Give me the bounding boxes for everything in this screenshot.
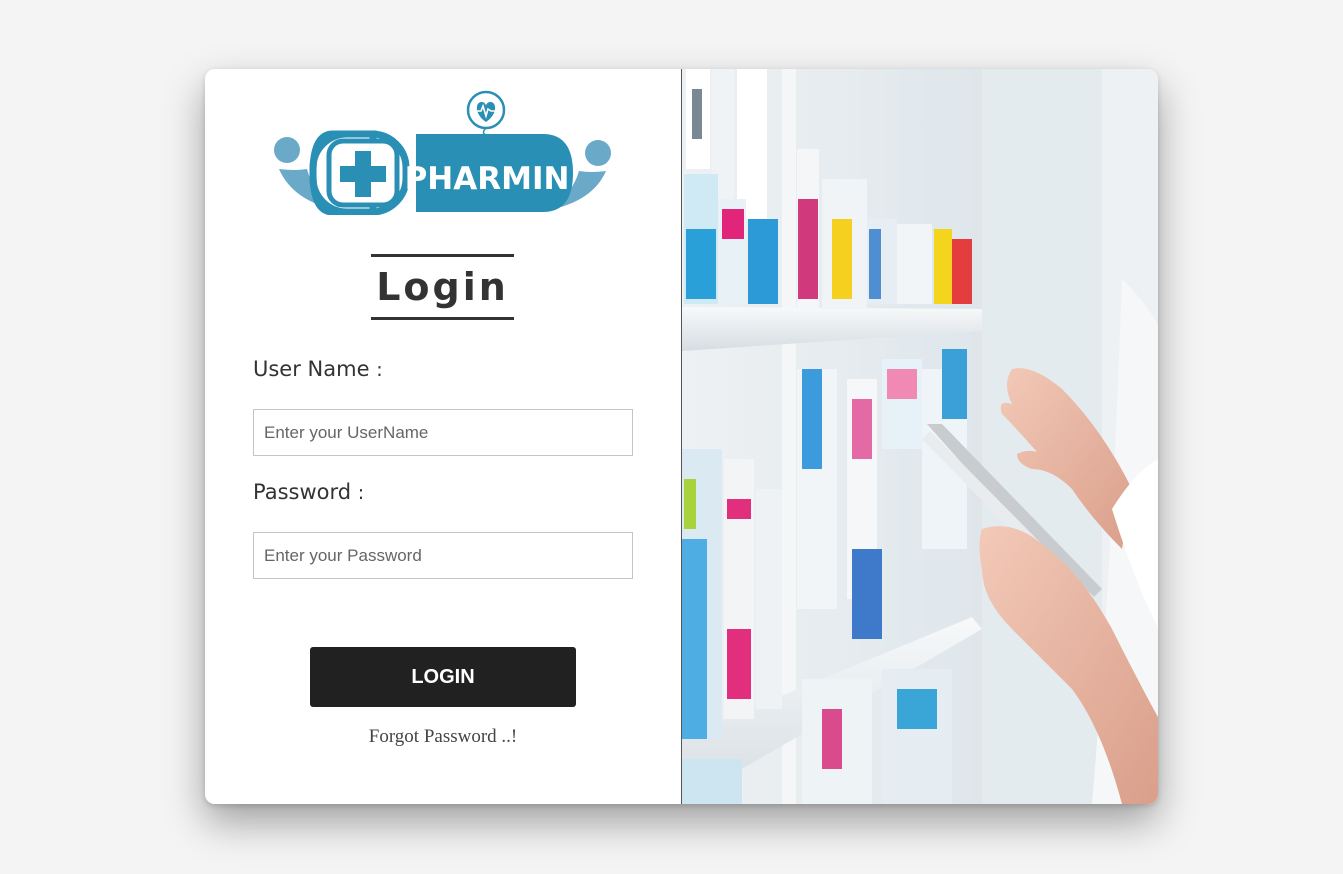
forgot-password-link[interactable]: Forgot Password ..! xyxy=(205,726,681,748)
username-label-colon: : xyxy=(376,359,383,381)
password-input[interactable] xyxy=(253,532,633,579)
password-label-colon: : xyxy=(357,482,365,504)
password-label: Password : xyxy=(253,480,364,504)
login-button[interactable]: LOGIN xyxy=(310,647,576,707)
username-label-text: User Name xyxy=(253,357,370,381)
pharmacy-photo xyxy=(680,69,1158,804)
username-input[interactable] xyxy=(253,409,633,456)
login-card: PHARMIN Login User Name : Password : LOG… xyxy=(205,69,1158,804)
login-panel: PHARMIN Login User Name : Password : LOG… xyxy=(205,69,681,804)
pharmin-logo: PHARMIN xyxy=(274,90,611,215)
heart-pulse-icon xyxy=(466,90,506,136)
logo-brand-text: PHARMIN xyxy=(405,161,570,197)
username-label: User Name : xyxy=(253,357,383,381)
pharmacy-shelves-photo xyxy=(681,69,1158,804)
password-label-text: Password xyxy=(253,480,352,504)
page-title: Login xyxy=(376,265,509,309)
login-heading-frame: Login xyxy=(371,254,514,320)
